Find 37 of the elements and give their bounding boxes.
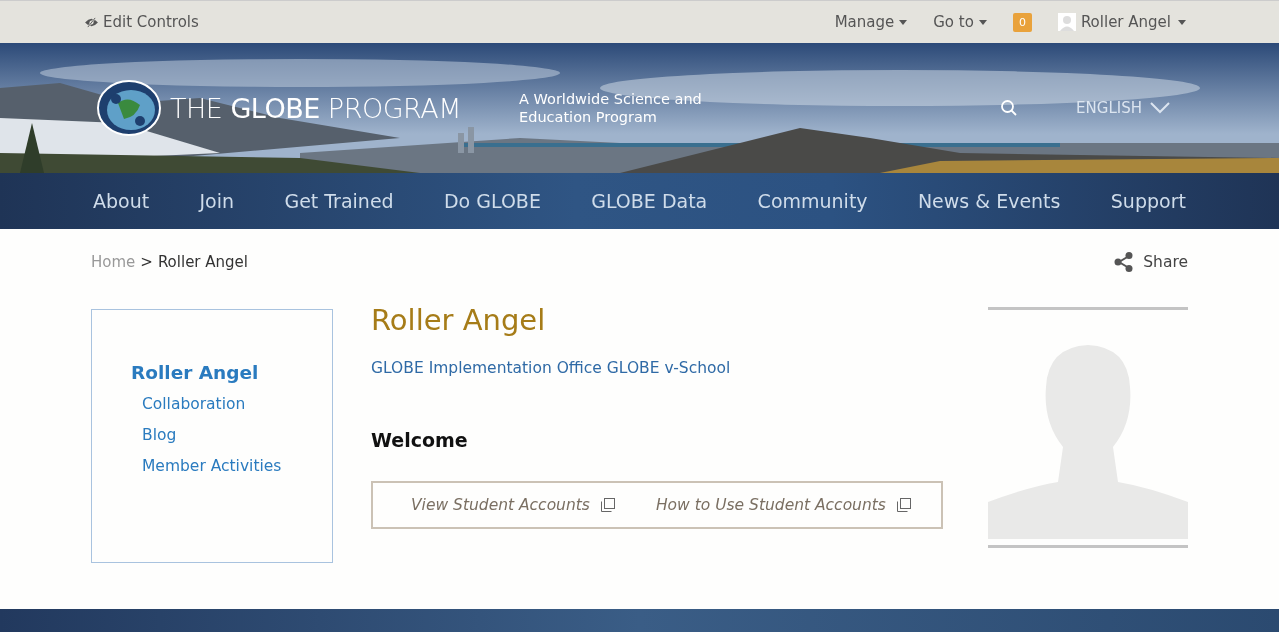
welcome-heading: Welcome <box>371 429 468 451</box>
caret-icon <box>1178 19 1186 25</box>
tagline: A Worldwide Science and Education Program <box>519 90 703 126</box>
sidebar-link[interactable]: Collaboration <box>131 395 332 413</box>
profile-name: Roller Angel <box>371 303 546 337</box>
avatar-icon <box>1057 13 1076 31</box>
user-menu[interactable]: Roller Angel <box>1057 13 1186 31</box>
nav-link[interactable]: Support <box>1108 190 1188 212</box>
breadcrumb-separator: > <box>140 253 153 271</box>
share-button[interactable]: Share <box>1113 251 1188 273</box>
chevron-down-icon <box>1150 102 1170 114</box>
eye-slash-icon <box>84 16 99 28</box>
dropdown-menu[interactable]: Go to <box>933 13 987 31</box>
external-link[interactable]: View Student Accounts <box>411 496 616 514</box>
nav-link[interactable]: Community <box>755 190 870 212</box>
external-link[interactable]: How to Use Student Accounts <box>655 496 912 514</box>
dropdown-menu[interactable]: Manage <box>834 13 908 31</box>
caret-icon <box>899 19 908 25</box>
sidebar-link[interactable]: Member Activities <box>131 457 332 475</box>
edit-controls-link[interactable]: Edit Controls <box>84 13 199 31</box>
breadcrumb-current: Roller Angel <box>157 253 248 271</box>
nav-link[interactable]: Get Trained <box>282 190 396 212</box>
new-window-icon <box>895 497 912 513</box>
nav-link[interactable]: News & Events <box>915 190 1063 212</box>
sidebar-link[interactable]: Blog <box>131 426 332 444</box>
nav-link[interactable]: Do GLOBE <box>442 190 543 212</box>
nav-link[interactable]: Join <box>197 190 237 212</box>
sidebar-link[interactable]: Roller Angel <box>131 362 332 383</box>
globe-logo-icon <box>96 79 162 137</box>
search-icon[interactable] <box>1000 99 1019 117</box>
nav-link[interactable]: About <box>91 190 152 212</box>
avatar-silhouette-icon <box>988 307 1188 549</box>
caret-icon <box>978 19 987 25</box>
site-logo-text[interactable]: THE GLOBE PROGRAM <box>170 92 461 124</box>
affiliation-link[interactable]: GLOBE Implementation Office GLOBE v-School <box>371 359 731 377</box>
new-window-icon <box>599 497 616 513</box>
nav-link[interactable]: GLOBE Data <box>589 190 710 212</box>
